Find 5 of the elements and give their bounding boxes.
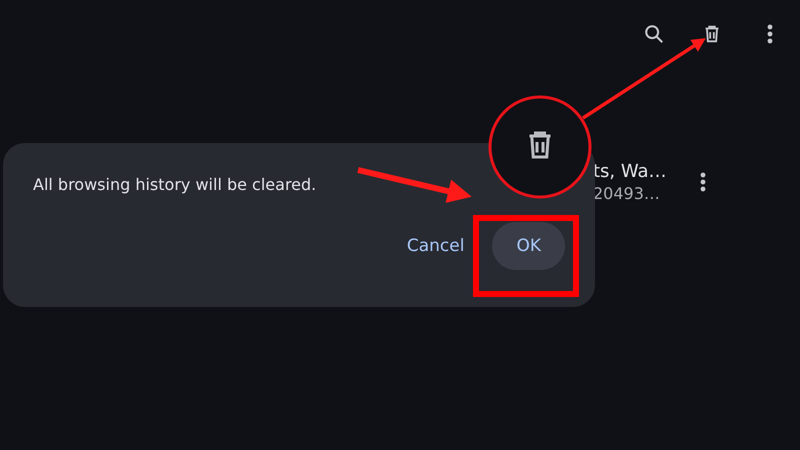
trash-icon — [528, 132, 552, 158]
dialog-message: All browsing history will be cleared. — [33, 175, 316, 194]
cancel-button[interactable]: Cancel — [392, 222, 478, 270]
history-item-url: 20493… — [593, 184, 661, 203]
ok-button[interactable]: OK — [492, 222, 565, 270]
